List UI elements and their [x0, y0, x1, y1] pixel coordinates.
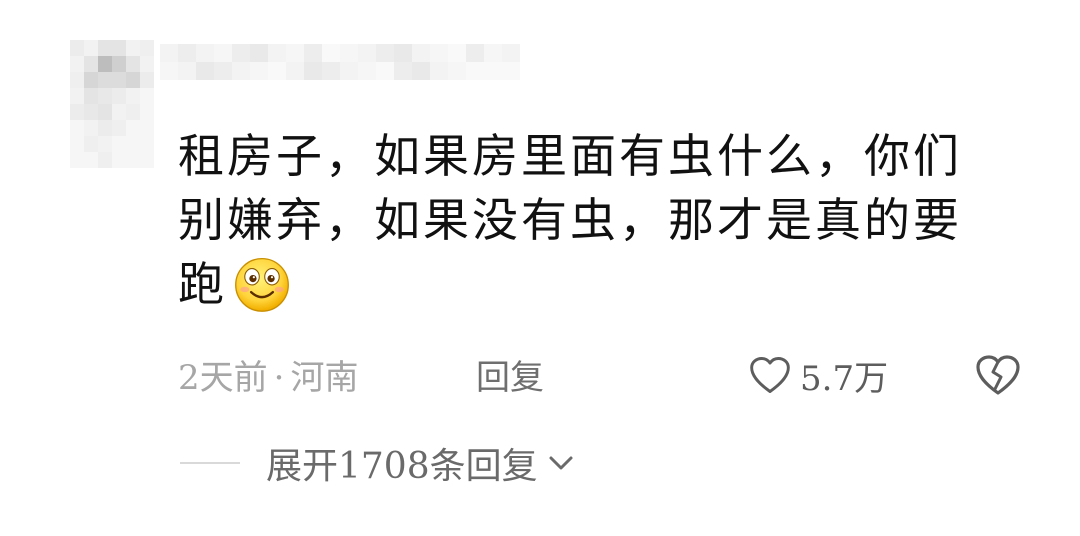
expand-replies-row: 展开1708条回复	[180, 438, 574, 488]
like-count: 5.7万	[800, 358, 889, 399]
reply-button[interactable]: 回复	[476, 350, 544, 399]
chevron-down-icon	[549, 456, 573, 470]
dislike-button[interactable]	[974, 353, 1022, 397]
author-name[interactable]	[160, 44, 520, 100]
location: 河南	[290, 358, 359, 398]
avatar[interactable]	[70, 40, 154, 168]
comment-card: 租房子，如果房里面有虫什么，你们 别嫌弃，如果没有虫，那才是真的要 跑 2天前 …	[0, 0, 1080, 536]
expand-replies-label: 展开1708条回复	[266, 446, 538, 487]
smile-emoji-icon	[235, 257, 289, 312]
comment-line: 租房子，如果房里面有虫什么，你们	[178, 129, 962, 183]
like-button[interactable]: 5.7万	[748, 350, 888, 400]
timestamp: 2天前	[178, 358, 268, 398]
expand-replies-button[interactable]: 展开1708条回复	[266, 437, 574, 489]
heart-outline-icon	[750, 357, 790, 393]
comment-body: 租房子，如果房里面有虫什么，你们 别嫌弃，如果没有虫，那才是真的要 跑	[178, 124, 1018, 317]
comment-meta: 2天前 · 河南	[178, 350, 358, 400]
broken-heart-icon	[976, 355, 1020, 395]
meta-separator: ·	[273, 358, 285, 398]
divider	[180, 462, 240, 464]
comment-line: 跑	[178, 252, 1018, 317]
comment-line: 别嫌弃，如果没有虫，那才是真的要	[178, 193, 962, 247]
